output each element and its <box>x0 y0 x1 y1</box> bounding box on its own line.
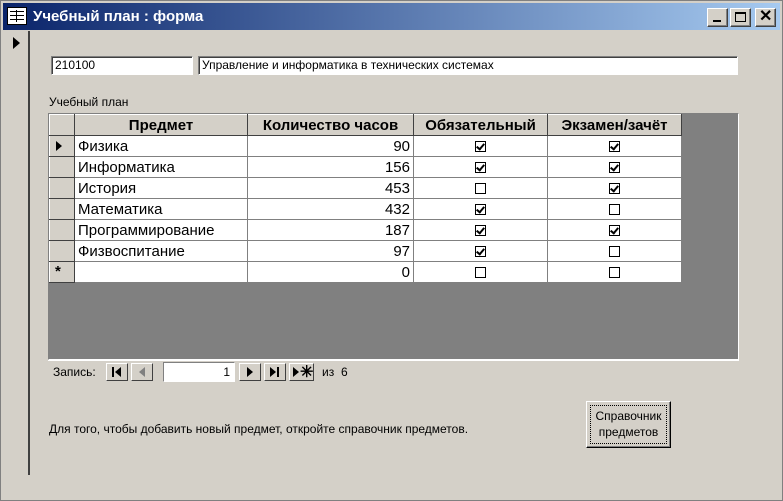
required-checkbox[interactable] <box>475 204 486 216</box>
curriculum-table: Предмет Количество часов Обязательный Эк… <box>49 114 682 283</box>
curriculum-subform: Предмет Количество часов Обязательный Эк… <box>48 113 739 360</box>
first-record-button[interactable] <box>106 363 128 381</box>
required-cell <box>413 261 548 283</box>
subject-cell[interactable]: Программирование <box>74 219 248 241</box>
hours-cell[interactable]: 156 <box>247 156 414 178</box>
previous-record-icon <box>139 367 145 377</box>
column-header-subject[interactable]: Предмет <box>74 114 248 136</box>
exam-checkbox[interactable] <box>609 246 620 258</box>
row-selector[interactable] <box>49 240 75 262</box>
record-navigation-bar: Запись: 1 ✳ из 6 <box>48 360 739 382</box>
close-button[interactable]: ✕ <box>755 8 776 27</box>
open-subjects-reference-button[interactable]: Справочник предметов <box>586 401 671 448</box>
subject-cell[interactable]: История <box>74 177 248 199</box>
new-record-button[interactable]: ✳ <box>289 363 314 381</box>
next-record-button[interactable] <box>239 363 261 381</box>
required-cell <box>413 156 548 178</box>
new-record-row[interactable]: * 0 <box>49 261 682 283</box>
required-cell <box>413 135 548 157</box>
minimize-button[interactable] <box>707 8 728 27</box>
current-record-icon <box>13 37 20 49</box>
subject-cell[interactable]: Физика <box>74 135 248 157</box>
subject-cell[interactable]: Математика <box>74 198 248 220</box>
subject-cell[interactable]: Информатика <box>74 156 248 178</box>
speciality-code-field[interactable]: 210100 <box>51 56 193 75</box>
speciality-name-field[interactable]: Управление и информатика в технических с… <box>198 56 738 75</box>
current-record-field[interactable]: 1 <box>163 362 235 382</box>
table-row[interactable]: Информатика 156 <box>49 156 682 178</box>
hours-cell[interactable]: 97 <box>247 240 414 262</box>
maximize-button[interactable] <box>730 8 751 27</box>
exam-checkbox[interactable] <box>609 225 620 237</box>
required-cell <box>413 219 548 241</box>
record-selector[interactable] <box>3 31 29 475</box>
exam-checkbox[interactable] <box>609 162 620 174</box>
exam-cell <box>547 156 682 178</box>
required-checkbox[interactable] <box>475 267 486 279</box>
previous-record-button[interactable] <box>131 363 153 381</box>
next-record-icon <box>247 367 253 377</box>
record-label: Запись: <box>53 365 96 379</box>
exam-checkbox[interactable] <box>609 267 620 279</box>
title-bar[interactable]: Учебный план : форма ✕ <box>3 3 780 30</box>
new-row-icon: * <box>55 263 61 280</box>
close-icon: ✕ <box>759 8 773 25</box>
exam-cell <box>547 261 682 283</box>
row-selector[interactable] <box>49 219 75 241</box>
required-checkbox[interactable] <box>475 246 486 258</box>
form-divider <box>29 31 30 475</box>
required-cell <box>413 240 548 262</box>
row-selector[interactable] <box>49 135 75 157</box>
hint-text: Для того, чтобы добавить новый предмет, … <box>49 422 469 436</box>
exam-cell <box>547 135 682 157</box>
hours-cell[interactable]: 90 <box>247 135 414 157</box>
table-row[interactable]: Физвоспитание 97 <box>49 240 682 262</box>
record-total: 6 <box>341 365 348 379</box>
minimize-icon <box>713 20 721 22</box>
required-checkbox[interactable] <box>475 225 486 237</box>
maximize-icon <box>735 12 746 22</box>
hours-cell[interactable]: 453 <box>247 177 414 199</box>
form-window: Учебный план : форма ✕ 210100 Управление… <box>0 0 783 501</box>
subject-cell[interactable]: Физвоспитание <box>74 240 248 262</box>
last-record-button[interactable] <box>264 363 286 381</box>
window-title: Учебный план : форма <box>33 8 204 25</box>
new-record-icon <box>293 367 299 377</box>
current-row-icon <box>56 141 62 151</box>
subject-cell[interactable] <box>74 261 248 283</box>
hours-cell[interactable]: 0 <box>247 261 414 283</box>
row-selector[interactable]: * <box>49 261 75 283</box>
exam-checkbox[interactable] <box>609 204 620 216</box>
subform-label: Учебный план <box>49 95 129 109</box>
exam-cell <box>547 177 682 199</box>
table-row[interactable]: Математика 432 <box>49 198 682 220</box>
required-checkbox[interactable] <box>475 162 486 174</box>
row-selector[interactable] <box>49 156 75 178</box>
column-header-required[interactable]: Обязательный <box>413 114 548 136</box>
row-selector[interactable] <box>49 198 75 220</box>
hours-cell[interactable]: 432 <box>247 198 414 220</box>
table-row[interactable]: Программирование 187 <box>49 219 682 241</box>
last-record-icon <box>270 367 276 377</box>
exam-cell <box>547 198 682 220</box>
table-header-row: Предмет Количество часов Обязательный Эк… <box>49 114 682 136</box>
column-header-exam[interactable]: Экзамен/зачёт <box>547 114 682 136</box>
first-record-icon <box>112 367 114 377</box>
column-header-hours[interactable]: Количество часов <box>247 114 414 136</box>
required-checkbox[interactable] <box>475 141 486 153</box>
required-cell <box>413 177 548 199</box>
required-cell <box>413 198 548 220</box>
exam-cell <box>547 219 682 241</box>
table-row[interactable]: История 453 <box>49 177 682 199</box>
table-row[interactable]: Физика 90 <box>49 135 682 157</box>
required-checkbox[interactable] <box>475 183 486 195</box>
select-all-cell[interactable] <box>49 114 75 136</box>
exam-checkbox[interactable] <box>609 141 620 153</box>
form-icon[interactable] <box>7 7 27 25</box>
exam-cell <box>547 240 682 262</box>
row-selector[interactable] <box>49 177 75 199</box>
exam-checkbox[interactable] <box>609 183 620 195</box>
record-of-label: из <box>322 365 335 379</box>
hours-cell[interactable]: 187 <box>247 219 414 241</box>
